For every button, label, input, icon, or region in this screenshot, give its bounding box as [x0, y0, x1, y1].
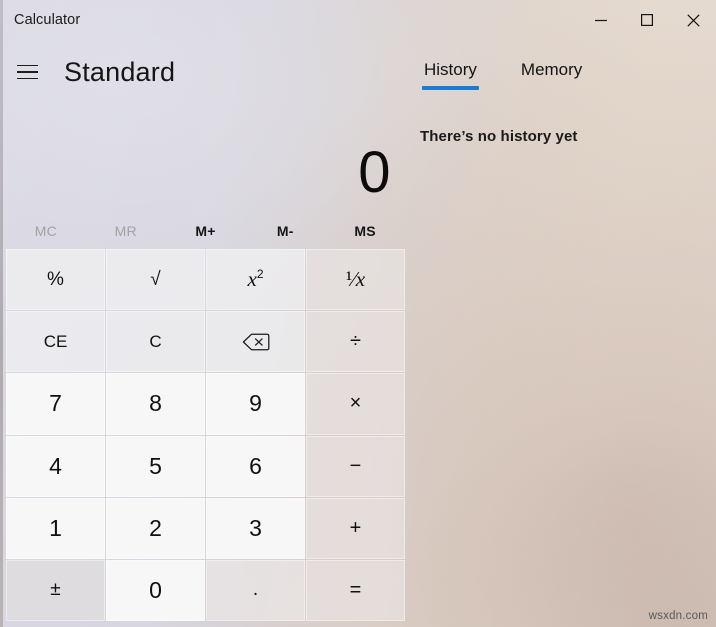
memory-recall-label: MR: [114, 223, 137, 239]
window-controls: [578, 0, 716, 40]
equals-label: =: [349, 578, 362, 601]
square-root-label: √: [150, 268, 161, 290]
backspace-icon: [242, 333, 269, 351]
decimal-point-button[interactable]: .: [206, 559, 305, 621]
minimize-icon: [595, 19, 607, 22]
equals-button[interactable]: =: [306, 559, 405, 621]
digit-4-label: 4: [49, 452, 62, 479]
clear-button[interactable]: C: [106, 311, 205, 373]
mode-header: Standard: [0, 46, 410, 98]
side-panel-tabs: History Memory: [420, 58, 586, 90]
square-root-button[interactable]: √: [106, 249, 205, 311]
digit-0-label: 0: [149, 576, 162, 603]
digit-3-button[interactable]: 3: [206, 497, 305, 559]
digit-7-button[interactable]: 7: [6, 373, 105, 435]
hamburger-line-2: [16, 71, 38, 73]
memory-store-button[interactable]: MS: [325, 215, 405, 247]
square-button[interactable]: x2: [206, 249, 305, 311]
memory-clear-button[interactable]: MC: [6, 215, 86, 247]
digit-1-button[interactable]: 1: [6, 497, 105, 559]
tab-history-label: History: [424, 60, 477, 79]
divide-button[interactable]: ÷: [306, 311, 405, 373]
memory-button-row: MC MR M+ M- MS: [6, 215, 405, 247]
subtract-button[interactable]: −: [306, 435, 405, 497]
digit-8-label: 8: [149, 390, 162, 417]
digit-6-button[interactable]: 6: [206, 435, 305, 497]
history-empty-message: There’s no history yet: [420, 128, 578, 145]
hamburger-line-3: [16, 77, 38, 80]
digit-4-button[interactable]: 4: [6, 435, 105, 497]
digit-0-button[interactable]: 0: [106, 559, 205, 621]
percent-label: %: [47, 268, 64, 290]
memory-add-label: M+: [195, 223, 216, 239]
clear-entry-button[interactable]: CE: [6, 311, 105, 373]
title-bar: Calculator: [0, 0, 716, 40]
digit-5-button[interactable]: 5: [106, 435, 205, 497]
memory-add-button[interactable]: M+: [166, 215, 246, 247]
memory-recall-button[interactable]: MR: [86, 215, 166, 247]
digit-5-label: 5: [149, 452, 162, 479]
digit-6-label: 6: [249, 452, 262, 479]
decimal-point-label: .: [252, 579, 259, 601]
digit-1-label: 1: [49, 514, 62, 541]
multiply-button[interactable]: ×: [306, 373, 405, 435]
square-label: x2: [247, 267, 264, 292]
sign-toggle-label: ±: [50, 579, 61, 601]
maximize-icon: [641, 14, 654, 27]
tab-memory-label: Memory: [520, 60, 583, 79]
digit-3-label: 3: [249, 514, 262, 541]
close-icon: [686, 13, 700, 27]
hamburger-line-1: [16, 64, 38, 67]
sign-toggle-button[interactable]: ±: [6, 559, 105, 621]
close-button[interactable]: [670, 0, 716, 40]
digit-2-label: 2: [149, 514, 162, 541]
calculator-window: Calculator Standard History Memory There…: [0, 0, 716, 627]
subtract-label: −: [349, 454, 362, 477]
memory-store-label: MS: [354, 223, 376, 239]
digit-2-button[interactable]: 2: [106, 497, 205, 559]
watermark: wsxdn.com: [648, 610, 708, 622]
clear-label: C: [149, 331, 162, 351]
digit-8-button[interactable]: 8: [106, 373, 205, 435]
reciprocal-button[interactable]: ¹⁄x: [306, 249, 405, 311]
add-label: +: [349, 516, 362, 539]
clear-entry-label: CE: [43, 331, 68, 351]
backspace-button[interactable]: [206, 311, 305, 373]
history-panel: There’s no history yet: [420, 128, 706, 598]
maximize-button[interactable]: [624, 0, 670, 40]
memory-subtract-button[interactable]: M-: [245, 215, 325, 247]
memory-clear-label: MC: [34, 223, 57, 239]
digit-7-label: 7: [49, 390, 62, 417]
digit-9-label: 9: [249, 390, 262, 417]
digit-9-button[interactable]: 9: [206, 373, 305, 435]
calculator-display: 0: [0, 104, 404, 204]
window-title: Calculator: [14, 12, 81, 28]
tab-history[interactable]: History: [420, 58, 481, 90]
page-title: Standard: [64, 56, 176, 87]
percent-button[interactable]: %: [6, 249, 105, 311]
keypad-grid: % √ x2 ¹⁄x CE C ÷ 7 8 9 × 4 5 6 − 1 2 3 …: [6, 249, 405, 621]
multiply-label: ×: [349, 392, 362, 415]
reciprocal-label: ¹⁄x: [345, 267, 366, 292]
add-button[interactable]: +: [306, 497, 405, 559]
hamburger-icon[interactable]: [6, 52, 48, 92]
display-value: 0: [358, 140, 390, 205]
divide-label: ÷: [350, 330, 361, 353]
tab-memory[interactable]: Memory: [517, 58, 586, 90]
minimize-button[interactable]: [578, 0, 624, 40]
memory-subtract-label: M-: [276, 223, 294, 239]
